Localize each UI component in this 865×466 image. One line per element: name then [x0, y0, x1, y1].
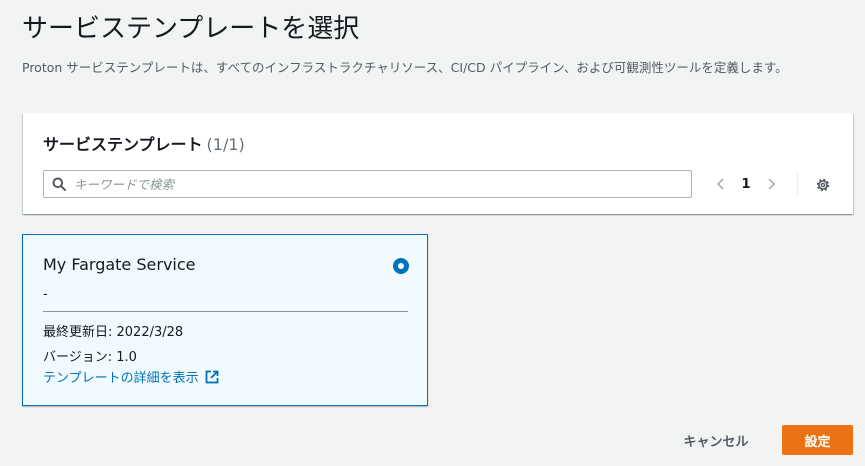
template-card[interactable]: My Fargate Service - 最終更新日: 2022/3/28 バー…: [22, 234, 428, 406]
panel-title: サービステンプレート: [43, 135, 203, 154]
view-template-details-link[interactable]: テンプレートの詳細を表示: [43, 367, 219, 386]
panel-header: サービステンプレート (1/1): [43, 131, 245, 155]
chevron-left-icon: [716, 178, 724, 190]
gear-icon: [816, 178, 830, 192]
chevron-right-icon: [768, 178, 776, 190]
panel-count: (1/1): [206, 135, 245, 154]
next-page-button[interactable]: [756, 170, 786, 198]
template-card-title: My Fargate Service: [43, 255, 196, 274]
configure-button[interactable]: 設定: [782, 425, 853, 455]
page: サービステンプレートを選択 Proton サービステンプレートは、すべてのインフ…: [0, 0, 865, 466]
template-version: バージョン: 1.0: [43, 350, 137, 365]
search-box: [43, 170, 692, 198]
view-template-details-label: テンプレートの詳細を表示: [43, 371, 199, 386]
template-radio-selected[interactable]: [393, 258, 409, 274]
cancel-button[interactable]: キャンセル: [672, 425, 760, 455]
page-description: Proton サービステンプレートは、すべてのインフラストラクチャリソース、CI…: [22, 60, 788, 75]
search-input[interactable]: [74, 172, 691, 196]
service-templates-panel: サービステンプレート(1/1) 1: [23, 113, 853, 214]
template-last-updated: 最終更新日: 2022/3/28: [43, 325, 184, 340]
preferences-button[interactable]: [809, 173, 837, 197]
page-number[interactable]: 1: [736, 177, 756, 192]
template-card-description: -: [43, 287, 48, 302]
previous-page-button[interactable]: [706, 170, 736, 198]
page-title: サービステンプレートを選択: [22, 14, 360, 44]
pager-divider: [797, 171, 798, 197]
pagination: 1: [706, 170, 786, 198]
card-divider: [43, 311, 408, 312]
search-icon: [44, 177, 74, 191]
external-link-icon: [205, 370, 219, 384]
